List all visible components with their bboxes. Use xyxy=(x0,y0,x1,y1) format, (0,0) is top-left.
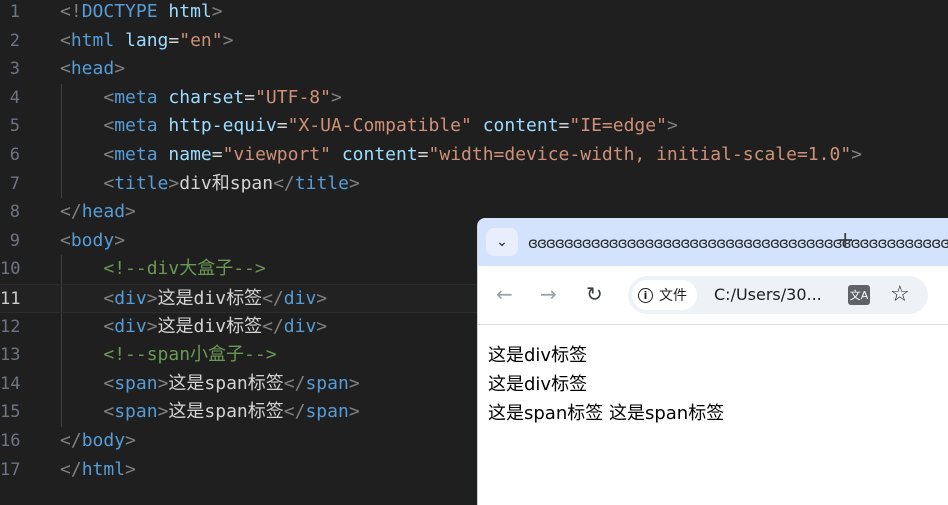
code-text: <!--div大盒子--> xyxy=(103,258,266,280)
code-line[interactable]: 7 <title>div和span</title> xyxy=(0,169,948,199)
code-text: <span>这是span标签</span> xyxy=(103,372,360,394)
code-text: <head> xyxy=(60,58,126,80)
code-line[interactable]: 4 <meta charset="UTF-8"> xyxy=(0,83,948,113)
code-line[interactable]: 3 <head> xyxy=(0,55,948,84)
line-number: 16 xyxy=(0,431,21,451)
tab-title: ɞɞɞɞɞɞɞɞɞɞɞɞɞɞɞɞɞɞɞɞɞɞɞɞɞɞɞɞɞɞɞɞɞɞɞɞɞɞɞɞ… xyxy=(528,234,948,252)
translate-icon[interactable]: 文A xyxy=(848,285,870,305)
line-number: 13 xyxy=(0,345,21,366)
line-number: 9 xyxy=(9,230,20,251)
page-div-line-1: 这是div标签 xyxy=(488,345,588,366)
code-text: <div>这是div标签</div> xyxy=(103,315,328,337)
bookmark-star-icon[interactable]: ☆ xyxy=(890,282,910,307)
chevron-down-icon: ⌄ xyxy=(496,234,508,250)
code-text: <html lang="en"> xyxy=(60,29,234,51)
tab-strip: ⌄ ɞɞɞɞɞɞɞɞɞɞɞɞɞɞɞɞɞɞɞɞɞɞɞɞɞɞɞɞɞɞɞɞɞɞɞɞɞɞ… xyxy=(478,218,948,266)
browser-tab[interactable]: ɞɞɞɞɞɞɞɞɞɞɞɞɞɞɞɞɞɞɞɞɞɞɞɞɞɞɞɞɞɞɞɞɞɞɞɞɞɞɞɞ… xyxy=(526,224,948,266)
line-number: 5 xyxy=(9,116,20,137)
code-line[interactable]: 2 <html lang="en"> xyxy=(0,27,948,56)
line-number: 8 xyxy=(9,202,20,223)
line-number: 1 xyxy=(9,2,20,22)
info-icon: i xyxy=(638,287,653,303)
line-number: 14 xyxy=(0,373,21,394)
page-div-line-2: 这是div标签 xyxy=(488,374,588,395)
browser-window: ⌄ ɞɞɞɞɞɞɞɞɞɞɞɞɞɞɞɞɞɞɞɞɞɞɞɞɞɞɞɞɞɞɞɞɞɞɞɞɞɞ… xyxy=(478,218,948,505)
forward-button[interactable]: → xyxy=(540,284,557,304)
reload-button[interactable]: ↻ xyxy=(586,284,603,304)
line-number: 10 xyxy=(0,259,21,280)
page-content: 这是div标签 这是div标签 这是span标签 这是span标签 xyxy=(478,325,948,505)
code-line[interactable]: 5 <meta http-equiv="X-UA-Compatible" con… xyxy=(0,112,948,141)
line-number: 7 xyxy=(9,173,20,194)
line-number: 11 xyxy=(0,289,21,309)
line-number: 15 xyxy=(0,402,21,423)
line-number: 2 xyxy=(9,30,20,51)
line-number: 3 xyxy=(9,59,20,80)
code-text: <meta name="viewport" content="width=dev… xyxy=(103,144,862,165)
line-number: 12 xyxy=(0,316,21,337)
browser-toolbar: ← → ↻ i 文件 C:/Users/30... 文A ☆ xyxy=(478,266,948,325)
new-tab-button[interactable]: + xyxy=(836,230,854,252)
tab-search-button[interactable]: ⌄ xyxy=(486,228,518,256)
line-number: 4 xyxy=(9,87,20,108)
url-text[interactable]: C:/Users/30... xyxy=(714,285,822,304)
code-text: </head> xyxy=(60,201,136,223)
back-button[interactable]: ← xyxy=(496,284,513,304)
code-text: <meta charset="UTF-8"> xyxy=(103,86,342,108)
code-text: <span>这是span标签</span> xyxy=(103,401,360,423)
line-number: 6 xyxy=(9,145,20,165)
code-text: <meta http-equiv="X-UA-Compatible" conte… xyxy=(103,115,678,137)
code-text: <body> xyxy=(60,229,126,251)
code-text: <div>这是div标签</div> xyxy=(103,288,328,309)
line-number: 17 xyxy=(0,459,21,480)
code-line[interactable]: 6 <meta name="viewport" content="width=d… xyxy=(0,141,948,170)
address-bar[interactable]: i 文件 C:/Users/30... 文A ☆ xyxy=(628,276,928,314)
page-span-line: 这是span标签 这是span标签 xyxy=(488,403,725,424)
code-text: </body> xyxy=(60,430,136,451)
site-info-label: 文件 xyxy=(659,288,687,304)
site-info-chip[interactable]: i 文件 xyxy=(632,280,697,310)
code-line[interactable]: 1 <!DOCTYPE html> xyxy=(0,0,948,27)
code-text: <title>div和span</title> xyxy=(103,172,360,194)
code-text: </html> xyxy=(60,458,136,480)
code-text: <!--span小盒子--> xyxy=(103,344,277,366)
code-text: <!DOCTYPE html> xyxy=(60,1,223,22)
